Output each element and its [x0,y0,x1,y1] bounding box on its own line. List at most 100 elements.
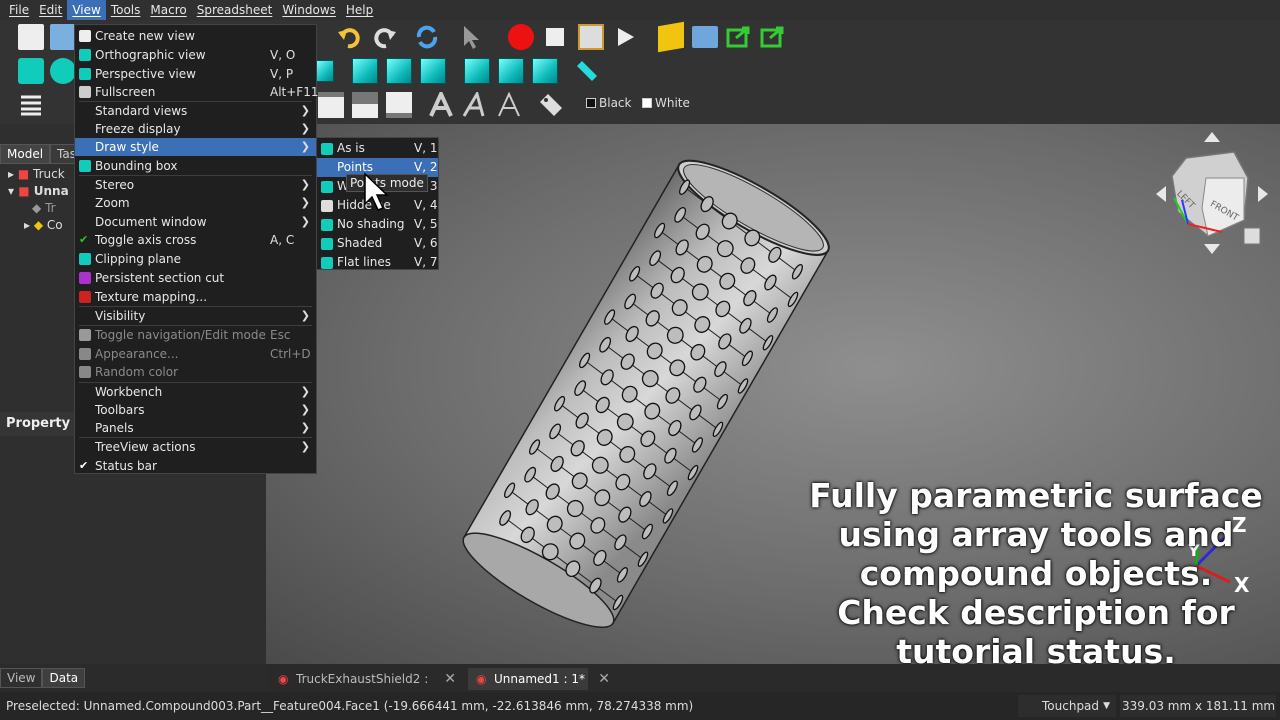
text-style-a-icon[interactable] [428,92,454,118]
view-menu-item-perspective-view[interactable]: Perspective view V, P [75,65,316,83]
view-menu-item-toolbars[interactable]: Toolbars ❯ [75,401,316,419]
document-tabs: ◉ TruckExhaustShield2 : 1* ✕ ◉ Unnamed1 … [266,664,1280,708]
view-menu-item-toggle-navigation-edit-mode[interactable]: Toggle navigation/Edit mode Esc [75,326,316,344]
freecad-doc-icon: ◉ [278,672,289,686]
macro-edit-icon[interactable] [578,24,604,50]
nav-down-arrow-icon[interactable] [1204,244,1220,254]
bottom-view-icon[interactable] [498,58,524,84]
text-block-3-icon[interactable] [386,92,412,118]
submenu-arrow-icon: ❯ [300,421,310,434]
view-menu-item-status-bar[interactable]: Status bar ✔ [75,457,316,475]
view-menu-item-create-new-view[interactable]: Create new view [75,27,316,45]
menu-file[interactable]: File [4,0,34,20]
menu-item-label: Toggle navigation/Edit mode [95,328,266,342]
part-icon[interactable] [658,21,684,53]
document-icon: ■ [18,184,30,198]
view-menu-item-standard-views[interactable]: Standard views ❯ [75,102,316,120]
text-style-a-outline-icon[interactable] [496,92,522,118]
view-menu-item-fullscreen[interactable]: Fullscreen Alt+F11 [75,83,318,101]
left-view-icon[interactable] [532,58,558,84]
draw-style-item-1[interactable]: As is V, 1 [317,139,438,158]
draw-style-shortcut: V, 7 [414,255,438,269]
draw-style-item-6[interactable]: Shaded V, 6 [317,234,438,253]
black-color-option[interactable]: Black [586,96,631,110]
view-menu-item-persistent-section-cut[interactable]: Persistent section cut [75,269,316,287]
draw-style-icon [321,257,333,269]
nav-cube-menu-icon[interactable] [1243,227,1261,245]
view-menu-item-orthographic-view[interactable]: Orthographic view V, O [75,46,316,64]
link-actions-icon[interactable] [760,24,786,50]
menu-edit[interactable]: Edit [34,0,67,20]
view-menu-item-bounding-box[interactable]: Bounding box [75,157,316,175]
rear-view-icon[interactable] [464,58,490,84]
execute-macro-icon[interactable] [612,24,638,50]
fit-selection-icon[interactable] [50,58,76,84]
list-icon[interactable] [18,92,44,118]
doc-tab-truckexhaustshield2[interactable]: ◉ TruckExhaustShield2 : 1* ✕ [270,668,456,708]
text-style-a-italic-icon[interactable] [462,92,488,118]
view-menu-item-appearance[interactable]: Appearance... Ctrl+D [75,345,316,363]
text-block-1-icon[interactable] [318,92,344,118]
link-icon[interactable] [726,24,752,50]
record-macro-icon[interactable] [508,24,534,50]
nav-left-arrow-icon[interactable] [1156,186,1166,202]
menu-item-icon [79,272,91,284]
open-folder-icon[interactable] [50,24,76,50]
redo-icon[interactable] [372,24,398,50]
stop-macro-icon[interactable] [546,28,564,46]
view-menu-item-clipping-plane[interactable]: Clipping plane [75,250,316,268]
menu-item-shortcut: V, O [270,48,296,62]
view-menu-item-panels[interactable]: Panels ❯ [75,419,316,437]
group-folder-icon[interactable] [692,26,718,48]
measure-distance-icon[interactable] [574,58,600,84]
draw-style-label: No shading [337,217,405,231]
view-menu-item-stereo[interactable]: Stereo ❯ [75,176,316,194]
view-menu-item-document-window[interactable]: Document window ❯ [75,213,316,231]
refresh-icon[interactable] [414,24,440,50]
close-tab-icon[interactable]: ✕ [444,668,456,690]
fit-all-icon[interactable] [18,58,44,84]
draw-style-shortcut: V, 1 [414,141,438,155]
tab-view[interactable]: View [0,668,43,688]
menu-tools[interactable]: Tools [106,0,146,20]
isometric-view-icon[interactable] [316,60,334,82]
menu-item-label: Document window [95,215,207,229]
draw-style-item-5[interactable]: No shading V, 5 [317,215,438,234]
nav-up-arrow-icon[interactable] [1204,132,1220,142]
menu-view[interactable]: View [67,0,106,20]
menu-macro[interactable]: Macro [145,0,191,20]
view-menu-item-treeview-actions[interactable]: TreeView actions ❯ [75,438,316,456]
tag-icon[interactable] [538,92,564,118]
tab-model[interactable]: Model [0,144,51,164]
whats-this-icon[interactable] [460,24,486,50]
menu-windows[interactable]: Windows [277,0,341,20]
close-tab-icon[interactable]: ✕ [598,668,610,690]
right-view-icon[interactable] [420,58,446,84]
view-menu-item-zoom[interactable]: Zoom ❯ [75,194,316,212]
menu-item-label: Workbench [95,385,163,399]
view-menu-item-random-color[interactable]: Random color [75,363,316,381]
view-menu-item-texture-mapping[interactable]: Texture mapping... [75,288,316,306]
view-menu-item-workbench[interactable]: Workbench ❯ [75,383,316,401]
top-view-icon[interactable] [386,58,412,84]
front-view-icon[interactable] [352,58,378,84]
navigation-style-select[interactable]: Touchpad ▼ [1018,695,1116,717]
menu-item-label: Texture mapping... [95,290,208,304]
draw-style-item-7[interactable]: Flat lines V, 7 [317,253,438,272]
doc-tab-unnamed1[interactable]: ◉ Unnamed1 : 1* ✕ [468,668,610,690]
view-menu-item-freeze-display[interactable]: Freeze display ❯ [75,120,316,138]
view-menu-item-draw-style[interactable]: Draw style ❯ [75,138,316,156]
menu-item-icon [79,68,91,80]
tab-data[interactable]: Data [42,668,86,688]
view-menu-item-toggle-axis-cross[interactable]: Toggle axis cross A, C ✔ [75,231,316,249]
white-color-option[interactable]: White [642,96,690,110]
undo-icon[interactable] [336,24,362,50]
navigation-cube[interactable]: LEFT FRONT [1152,128,1272,258]
menu-spreadsheet[interactable]: Spreadsheet [192,0,278,20]
menu-help[interactable]: Help [341,0,378,20]
view-menu-item-visibility[interactable]: Visibility ❯ [75,307,316,325]
new-document-icon[interactable] [18,24,44,50]
text-block-2-icon[interactable] [352,92,378,118]
submenu-arrow-icon: ❯ [300,122,310,135]
nav-right-arrow-icon[interactable] [1258,186,1268,202]
